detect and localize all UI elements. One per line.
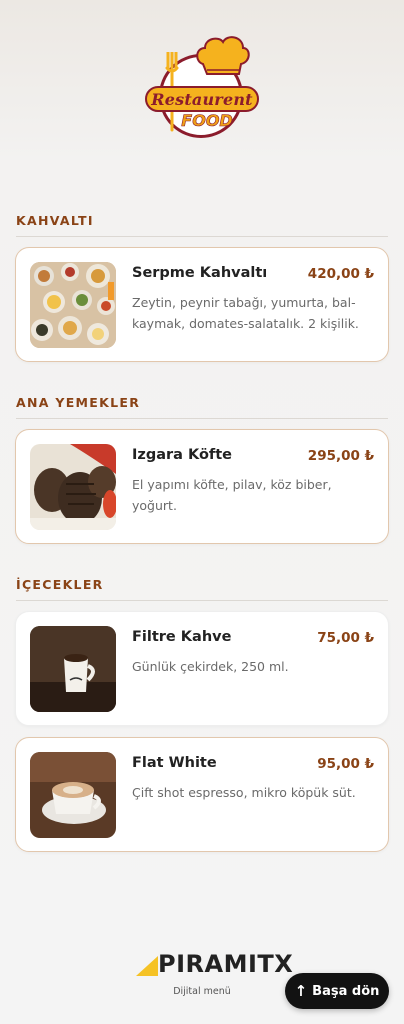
menu-item-card[interactable]: Flat White 95,00 ₺ Çift shot espresso, m… [15,737,389,852]
menu-item-card[interactable]: Filtre Kahve 75,00 ₺ Günlük çekirdek, 25… [15,611,389,726]
brand-logo: PIRAMITX [136,950,293,984]
menu-item-card[interactable]: Izgara Köfte 295,00 ₺ El yapımı köfte, p… [15,429,389,544]
dish-name: Filtre Kahve [132,629,232,645]
dish-name: Izgara Köfte [132,447,232,463]
dish-image [30,444,116,530]
section-title-ana-yemekler: ANA YEMEKLER [16,395,388,419]
dish-name: Flat White [132,755,217,771]
logo-text-bottom: FOOD [181,110,233,130]
dish-image [30,262,116,348]
brand-subtitle: Dijital menü [173,986,231,997]
dish-price: 420,00 ₺ [307,266,374,282]
brand-name: PIRAMITX [158,950,294,978]
arrow-up-icon: ↑ [294,982,308,1000]
header: Restaurent FOOD [0,0,404,190]
back-to-top-label: Başa dön [312,983,380,999]
dish-description: Günlük çekirdek, 250 ml. [132,659,289,674]
dish-image [30,626,116,712]
dish-price: 75,00 ₺ [317,630,374,646]
logo-text-top: Restaurent [145,86,259,112]
menu-item-card[interactable]: Serpme Kahvaltı 420,00 ₺ Zeytin, peynir … [15,247,389,362]
chef-hat-icon [196,36,250,75]
dish-description: Zeytin, peynir tabağı, yumurta, bal-kaym… [132,295,359,331]
dish-description: Çift shot espresso, mikro köpük süt. [132,785,356,800]
restaurant-logo: Restaurent FOOD [145,32,261,146]
back-to-top-button[interactable]: ↑ Başa dön [285,973,389,1009]
dish-description: El yapımı köfte, pilav, köz biber, yoğur… [132,477,332,513]
dish-price: 95,00 ₺ [317,756,374,772]
dish-price: 295,00 ₺ [307,448,374,464]
section-title-icecekler: İÇECEKLER [16,577,388,601]
pyramid-icon [136,956,158,976]
section-title-kahvalti: KAHVALTI [16,213,388,237]
dish-name: Serpme Kahvaltı [132,265,268,281]
dish-image [30,752,116,838]
